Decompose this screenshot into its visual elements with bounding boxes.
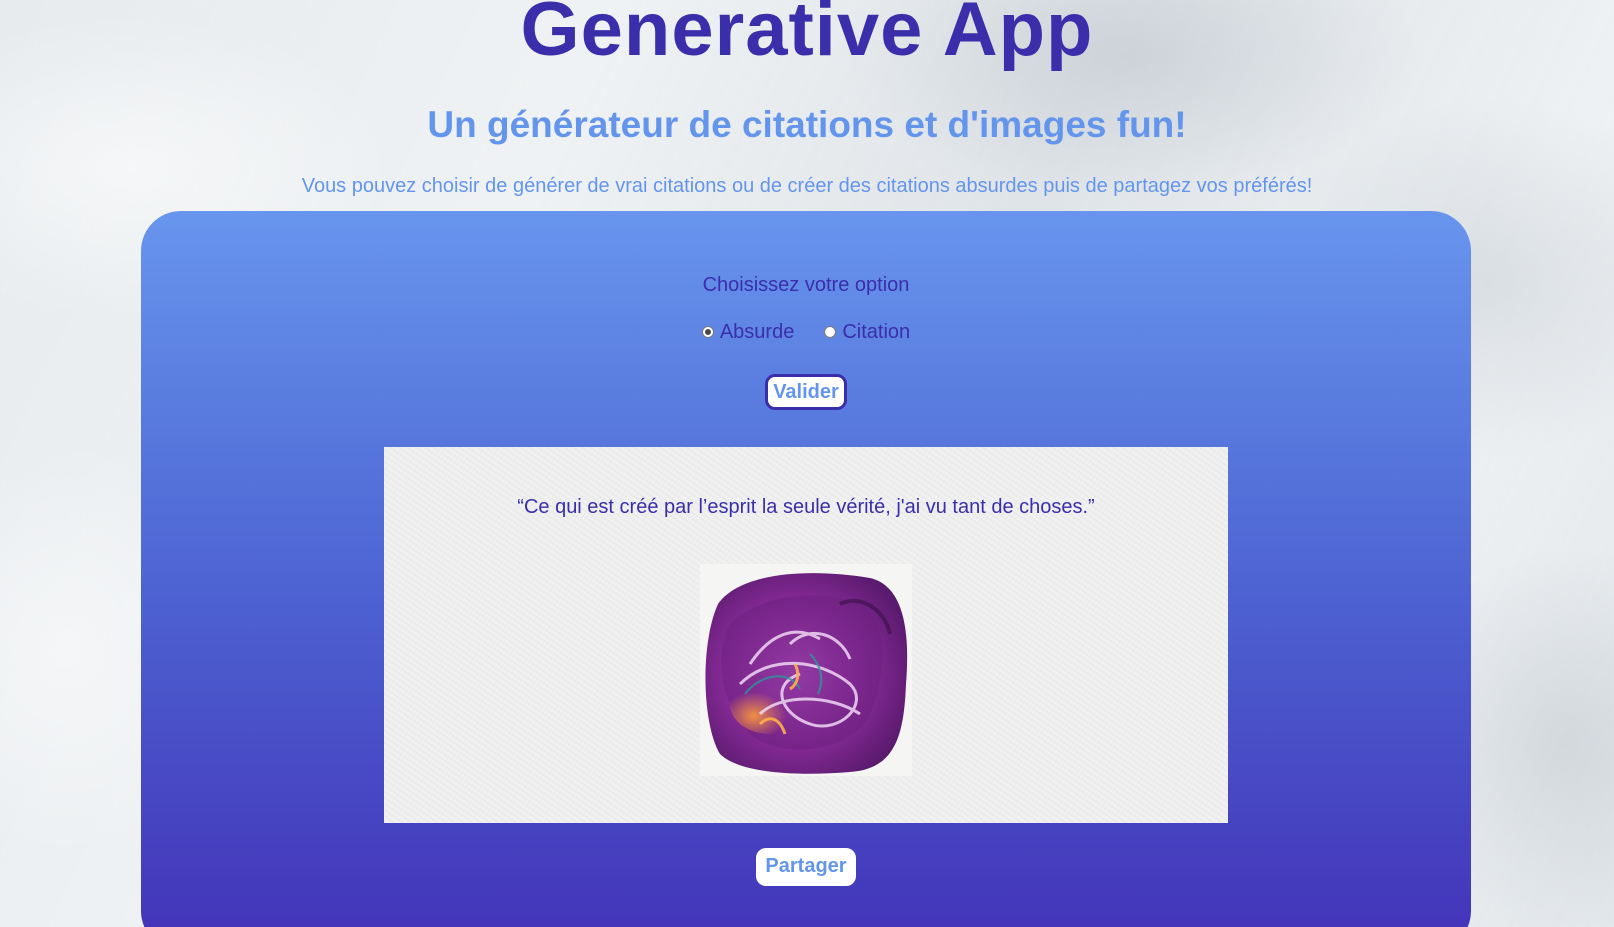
radio-citation-circle[interactable]: [824, 326, 837, 338]
radio-citation-label[interactable]: Citation: [842, 320, 910, 344]
generated-image: [700, 564, 912, 776]
option-radio-group: Absurde Citation: [141, 320, 1471, 344]
result-card: “Ce qui est créé par l’esprit la seule v…: [384, 447, 1228, 823]
page-subtitle: Un générateur de citations et d'images f…: [427, 104, 1187, 145]
radio-absurde-label[interactable]: Absurde: [720, 320, 795, 344]
abstract-painting-icon: [700, 564, 912, 776]
page-title: Generative App: [520, 0, 1094, 72]
validate-button[interactable]: Valider: [765, 374, 847, 410]
generator-panel: Choisissez votre option Absurde Citation…: [141, 211, 1471, 927]
share-button[interactable]: Partager: [756, 848, 856, 886]
radio-option-citation[interactable]: Citation: [824, 320, 910, 344]
radio-absurde-circle[interactable]: [701, 326, 714, 338]
generated-quote: “Ce qui est créé par l’esprit la seule v…: [517, 496, 1095, 518]
page-description: Vous pouvez choisir de générer de vrai c…: [301, 175, 1313, 197]
radio-option-absurde[interactable]: Absurde: [701, 320, 795, 344]
option-prompt-label: Choisissez votre option: [702, 274, 910, 296]
